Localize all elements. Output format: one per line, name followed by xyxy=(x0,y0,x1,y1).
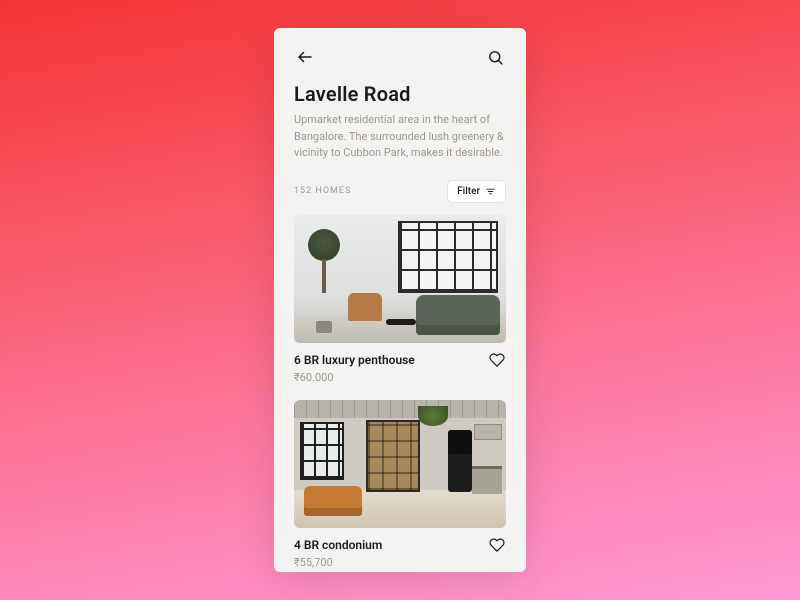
scroll-view[interactable]: Lavelle Road Upmarket residential area i… xyxy=(274,28,526,572)
filter-icon xyxy=(485,186,496,197)
search-icon xyxy=(487,49,504,66)
back-button[interactable] xyxy=(294,46,316,68)
heart-icon xyxy=(489,537,505,553)
favorite-button[interactable] xyxy=(488,351,506,369)
listing-price: ₹55,700 xyxy=(294,554,506,569)
listing-card[interactable]: 6 BR luxury penthouse ₹60.000 xyxy=(274,215,526,400)
favorite-button[interactable] xyxy=(488,536,506,554)
filter-button[interactable]: Filter xyxy=(447,180,506,203)
search-button[interactable] xyxy=(484,46,506,68)
phone-frame: Lavelle Road Upmarket residential area i… xyxy=(274,28,526,572)
heart-icon xyxy=(489,352,505,368)
results-count: 152 HOMES xyxy=(294,186,351,196)
listing-title: 4 BR condonium xyxy=(294,538,382,552)
listing-price: ₹60.000 xyxy=(294,369,506,384)
page-description: Upmarket residential area in the heart o… xyxy=(274,112,526,180)
header-bar xyxy=(274,28,526,78)
listing-thumbnail xyxy=(294,215,506,343)
back-arrow-icon xyxy=(296,48,314,66)
page-title: Lavelle Road xyxy=(274,78,526,112)
listing-title: 6 BR luxury penthouse xyxy=(294,353,415,367)
filter-label: Filter xyxy=(457,186,480,197)
listing-thumbnail xyxy=(294,400,506,528)
listing-card[interactable]: 4 BR condonium ₹55,700 xyxy=(274,400,526,573)
results-meta: 152 HOMES Filter xyxy=(274,180,526,215)
